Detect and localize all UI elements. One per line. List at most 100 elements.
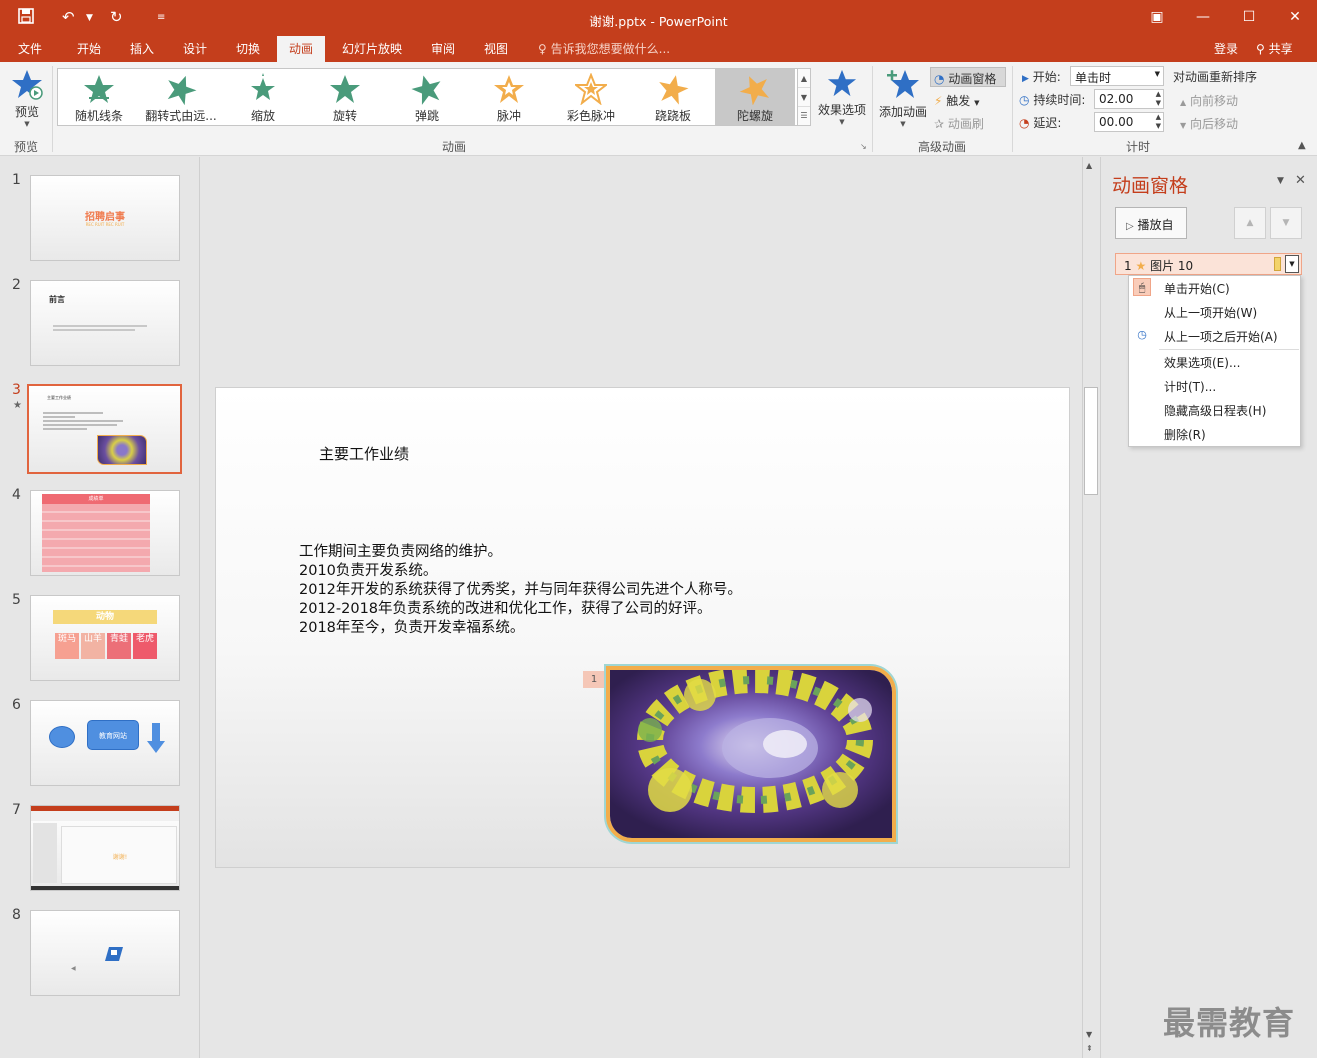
menu-item-effect-options[interactable]: 效果选项(E)...	[1164, 354, 1240, 371]
slide-thumbnail-8[interactable]: ◀	[30, 910, 180, 996]
group-label-advanced: 高级动画	[918, 140, 967, 154]
screenshot-taskbar	[31, 886, 179, 890]
share-button[interactable]: ⚲ 共享	[1256, 40, 1293, 57]
slide-thumbnail-1[interactable]: 招聘启事 REC RUIT REC RUIT	[30, 175, 180, 261]
maximize-icon[interactable]: ☐	[1239, 9, 1259, 25]
login-link[interactable]: 登录	[1214, 40, 1238, 57]
tab-file[interactable]: 文件	[18, 40, 42, 57]
start-select[interactable]: 单击时 ▼	[1070, 66, 1164, 86]
effect-spinner[interactable]: 陀螺旋	[715, 69, 795, 125]
pane-options-icon[interactable]: ▼	[1277, 176, 1284, 186]
preview-dropdown-icon[interactable]: ▼	[8, 120, 46, 128]
tab-slideshow[interactable]: 幻灯片放映	[342, 40, 402, 57]
star-effect-icon	[167, 75, 197, 105]
animation-pane-button[interactable]: ◔ 动画窗格	[930, 67, 1006, 87]
slide-thumbnail-5[interactable]: 动物 斑马 山羊 青蛙 老虎	[30, 595, 180, 681]
group-label-preview: 预览	[14, 140, 39, 154]
preview-star-icon	[12, 70, 43, 100]
pane-close-icon[interactable]: ✕	[1295, 173, 1306, 188]
add-animation-button[interactable]: 添加动画 ▼	[877, 68, 929, 128]
item-dropdown-icon[interactable]: ▼	[1285, 255, 1299, 273]
slide-thumbnail-4[interactable]: 成绩单	[30, 490, 180, 576]
menu-item-timing[interactable]: 计时(T)...	[1164, 378, 1216, 395]
gallery-down-icon[interactable]: ▼	[798, 88, 810, 107]
animation-pane-icon: ◔	[934, 72, 945, 86]
minimize-icon[interactable]: —	[1193, 9, 1213, 25]
move-down-button[interactable]: ▼	[1270, 207, 1302, 239]
add-animation-dropdown-icon[interactable]: ▼	[877, 120, 929, 128]
duration-input[interactable]: 02.00 ▲ ▼	[1094, 89, 1164, 109]
menu-item-with-previous[interactable]: 从上一项开始(W)	[1164, 304, 1257, 321]
play-from-button[interactable]: ▷ 播放自	[1115, 207, 1187, 239]
effect-random-bars[interactable]: 随机线条	[59, 69, 139, 125]
slide-thumbnail-7[interactable]: 谢谢!	[30, 805, 180, 891]
effect-options-button[interactable]: 效果选项 ▼	[816, 68, 868, 126]
tab-insert[interactable]: 插入	[130, 40, 154, 57]
window-title: 谢谢.pptx - PowerPoint	[589, 14, 728, 29]
slide-thumbnail-6[interactable]: 教育网站	[30, 700, 180, 786]
scroll-down-icon[interactable]: ▼	[1086, 1030, 1092, 1039]
slide-number: 4	[12, 487, 21, 503]
slide-thumbnail-2[interactable]: 前言	[30, 280, 180, 366]
text-line	[43, 416, 75, 418]
animation-list-item[interactable]: 1 ★ 图片 10 ▼	[1115, 253, 1302, 275]
previous-slide-icon[interactable]: ⇞	[1086, 1044, 1093, 1053]
star-effect-icon	[494, 75, 524, 103]
close-icon[interactable]: ✕	[1285, 9, 1305, 25]
gallery-more-icon[interactable]: ☰	[798, 107, 810, 125]
effect-pulse[interactable]: 脉冲	[469, 69, 549, 125]
effect-options-dropdown-icon[interactable]: ▼	[816, 118, 868, 126]
effect-spin[interactable]: 旋转	[305, 69, 385, 125]
flower-wreath-image	[610, 670, 892, 838]
menu-item-remove[interactable]: 删除(R)	[1164, 426, 1206, 443]
vertical-scrollbar[interactable]: ▲ ▼ ⇞	[1082, 157, 1099, 1058]
move-earlier-button[interactable]: ▲ 向前移动	[1180, 92, 1238, 109]
scrollbar-thumb[interactable]	[1084, 387, 1098, 495]
effect-bounce[interactable]: 弹跳	[387, 69, 467, 125]
preview-button[interactable]: 预览 ▼	[8, 68, 46, 128]
menu-item-hide-timeline[interactable]: 隐藏高级日程表(H)	[1164, 402, 1266, 419]
animation-order-tag[interactable]: 1	[583, 671, 605, 688]
trigger-button[interactable]: ⚡ 触发 ▼	[934, 92, 980, 109]
delay-input[interactable]: 00.00 ▲ ▼	[1094, 112, 1164, 132]
move-later-button[interactable]: ▼ 向后移动	[1180, 115, 1238, 132]
tab-animations[interactable]: 动画	[277, 36, 326, 62]
group-divider	[872, 66, 873, 152]
down-arrow-shape-icon	[147, 723, 165, 753]
slide-picture[interactable]	[606, 666, 896, 842]
tell-me-box[interactable]: ♀ 告诉我您想要做什么...	[538, 40, 670, 57]
star-effect-icon	[739, 76, 770, 105]
current-slide: 主要工作业绩 工作期间主要负责网络的维护。 2010负责开发系统。 2012年开…	[215, 387, 1070, 868]
body-line: 2018年至今，负责开发幸福系统。	[299, 620, 525, 636]
tab-transitions[interactable]: 切换	[236, 40, 260, 57]
effect-color-pulse[interactable]: 彩色脉冲	[551, 69, 631, 125]
ribbon-display-icon[interactable]: ▣	[1147, 9, 1167, 25]
scroll-up-icon[interactable]: ▲	[1086, 161, 1092, 170]
move-up-button[interactable]: ▲	[1234, 207, 1266, 239]
tab-home[interactable]: 开始	[77, 40, 101, 57]
delay-spinner-icon[interactable]: ▲ ▼	[1156, 113, 1161, 131]
screenshot-slide: 谢谢!	[61, 826, 177, 884]
menu-item-after-previous[interactable]: 从上一项之后开始(A)	[1164, 328, 1278, 345]
ribbon: 预览 ▼ 预览 随机线条 翻转式由远... 缩放 旋转 弹跳 脉冲 彩色脉冲 跷…	[0, 62, 1317, 156]
lightning-icon: ⚡	[934, 94, 943, 108]
menu-item-start-on-click[interactable]: 单击开始(C)	[1164, 280, 1230, 297]
dialog-launcher-icon[interactable]: ↘	[860, 142, 867, 151]
tab-view[interactable]: 视图	[484, 40, 508, 57]
slide-thumbnail-3[interactable]: 主要工作业绩	[27, 384, 182, 474]
up-arrow-icon: ▲	[1180, 98, 1187, 107]
collapse-ribbon-icon[interactable]: ▲	[1298, 140, 1306, 151]
duration-spinner-icon[interactable]: ▲ ▼	[1156, 90, 1161, 108]
gallery-scroll[interactable]: ▲ ▼ ☰	[797, 68, 811, 126]
effect-zoom[interactable]: 缩放	[223, 69, 303, 125]
thumbnail-table	[42, 504, 150, 572]
effect-teeter[interactable]: 跷跷板	[633, 69, 713, 125]
gallery-up-icon[interactable]: ▲	[798, 69, 810, 88]
animation-painter-button[interactable]: ✰ 动画刷	[934, 115, 984, 132]
tab-design[interactable]: 设计	[183, 40, 207, 57]
slide-number: 3	[12, 382, 21, 398]
slide-body-text[interactable]: 工作期间主要负责网络的维护。 2010负责开发系统。 2012年开发的系统获得了…	[299, 543, 742, 638]
tab-review[interactable]: 审阅	[431, 40, 455, 57]
effect-flip[interactable]: 翻转式由远...	[141, 69, 221, 125]
slide-title[interactable]: 主要工作业绩	[319, 443, 409, 464]
